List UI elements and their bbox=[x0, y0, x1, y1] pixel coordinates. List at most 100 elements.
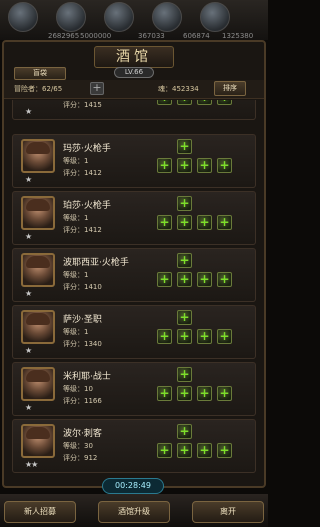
portrait-hair bbox=[26, 313, 50, 325]
portrait-hair bbox=[26, 427, 50, 439]
hero-portrait[interactable] bbox=[21, 424, 55, 458]
plus-slot-icon[interactable]: + bbox=[217, 158, 232, 173]
hero-name: 珀莎·火枪手 bbox=[63, 201, 111, 211]
hero-name: 波耶西亚·火枪手 bbox=[63, 258, 129, 268]
plus-slot-icon[interactable]: + bbox=[157, 215, 172, 230]
page-title: 酒馆 bbox=[94, 46, 174, 68]
hero-card[interactable]: ★ 米利耶·战士 等级：10 评分：1166 + + + + + bbox=[12, 362, 256, 416]
hero-level: 等级：1 bbox=[63, 157, 89, 165]
hero-card[interactable]: ★ 珀莎·火枪手 等级：1 评分：1412 + + + + + bbox=[12, 191, 256, 245]
hero-score: 评分：912 bbox=[63, 454, 98, 462]
resource-icon-1 bbox=[8, 2, 38, 32]
tab-blind-bag[interactable]: 盲袋 bbox=[14, 67, 66, 80]
hero-name: 米利耶·战士 bbox=[63, 372, 111, 382]
portrait-hair bbox=[26, 256, 50, 268]
plus-slot-icon[interactable]: + bbox=[177, 386, 192, 401]
star-rating: ★ bbox=[25, 346, 32, 355]
sort-button[interactable]: 排序 bbox=[214, 81, 246, 96]
plus-slot-icon[interactable]: + bbox=[197, 443, 212, 458]
hero-portrait[interactable] bbox=[21, 367, 55, 401]
plus-slot-icon[interactable]: + bbox=[177, 139, 192, 154]
hero-level: 等级：30 bbox=[63, 442, 93, 450]
plus-slot-icon[interactable]: + bbox=[217, 386, 232, 401]
hero-score: 评分：1166 bbox=[63, 397, 102, 405]
plus-slot-icon[interactable]: + bbox=[217, 215, 232, 230]
hero-score: 评分：1340 bbox=[63, 340, 102, 348]
plus-slot-icon[interactable]: + bbox=[177, 215, 192, 230]
star-rating: ★★ bbox=[25, 460, 38, 469]
resource-value-3: 367033 bbox=[138, 32, 165, 40]
add-slot-button[interactable]: + bbox=[90, 82, 104, 95]
resource-bar: 2682965 5000000 367033 606874 1325380 bbox=[0, 0, 268, 40]
leave-button[interactable]: 离开 bbox=[192, 501, 264, 523]
plus-slot-icon[interactable]: + bbox=[177, 253, 192, 268]
star-rating: ★ bbox=[25, 107, 32, 116]
plus-slot-icon[interactable]: + bbox=[177, 424, 192, 439]
plus-slot-icon[interactable]: + bbox=[157, 158, 172, 173]
star-rating: ★ bbox=[25, 175, 32, 184]
plus-slot-icon[interactable]: + bbox=[177, 443, 192, 458]
hero-score: 评分：1412 bbox=[63, 226, 102, 234]
hero-score: 评分：1415 bbox=[63, 101, 102, 109]
hero-card[interactable]: ★ 波耶西亚·火枪手 等级：1 评分：1410 + + + + + bbox=[12, 248, 256, 302]
plus-slot-icon[interactable]: + bbox=[177, 158, 192, 173]
plus-slot-icon[interactable]: + bbox=[177, 100, 192, 105]
resource-value-5: 1325380 bbox=[222, 32, 254, 40]
hero-level: 等级：1 bbox=[63, 328, 89, 336]
plus-slot-icon[interactable]: + bbox=[177, 367, 192, 382]
hero-portrait[interactable] bbox=[21, 139, 55, 173]
resource-value-1: 2682965 bbox=[48, 32, 80, 40]
plus-slot-icon[interactable]: + bbox=[177, 272, 192, 287]
plus-slot-icon[interactable]: + bbox=[197, 386, 212, 401]
hero-portrait[interactable] bbox=[21, 253, 55, 287]
plus-slot-icon[interactable]: + bbox=[157, 329, 172, 344]
hero-list[interactable]: ★ 评分：1415 + + + + ★ 玛莎·火枪手等级：1 评分：1412 + + + + + ★ 珀… bbox=[12, 100, 256, 478]
resource-icon-5 bbox=[200, 2, 230, 32]
portrait-hair bbox=[26, 370, 50, 382]
portrait-hair bbox=[26, 142, 50, 154]
portrait-hair bbox=[26, 199, 50, 211]
hero-card[interactable]: ★★ 波尔·刺客等级：30 评分：912 + + + + + bbox=[12, 419, 256, 473]
plus-slot-icon[interactable]: + bbox=[197, 329, 212, 344]
level-badge: LV.66 bbox=[114, 67, 154, 78]
star-rating: ★ bbox=[25, 289, 32, 298]
plus-slot-icon[interactable]: + bbox=[217, 100, 232, 105]
hero-level: 等级：10 bbox=[63, 385, 93, 393]
resource-value-4: 606874 bbox=[183, 32, 210, 40]
plus-slot-icon[interactable]: + bbox=[197, 215, 212, 230]
plus-slot-icon[interactable]: + bbox=[197, 158, 212, 173]
plus-slot-icon[interactable]: + bbox=[157, 443, 172, 458]
plus-slot-icon[interactable]: + bbox=[157, 100, 172, 105]
star-rating: ★ bbox=[25, 232, 32, 241]
recruit-button[interactable]: 新人招募 bbox=[4, 501, 76, 523]
hero-card[interactable]: ★ 玛莎·火枪手 等级：1 评分：1412 + + + + + bbox=[12, 134, 256, 188]
hero-portrait[interactable] bbox=[21, 310, 55, 344]
hero-card-partial[interactable]: ★ 评分：1415 + + + + bbox=[12, 100, 256, 120]
hero-name: 波尔·刺客 bbox=[63, 429, 102, 439]
plus-slot-icon[interactable]: + bbox=[177, 310, 192, 325]
resource-icon-3 bbox=[104, 2, 134, 32]
hero-score: 评分：1412 bbox=[63, 169, 102, 177]
plus-slot-icon[interactable]: + bbox=[177, 196, 192, 211]
star-rating: ★ bbox=[25, 403, 32, 412]
hero-level: 等级：1 bbox=[63, 214, 89, 222]
hero-score: 评分：1410 bbox=[63, 283, 102, 291]
resource-icon-2 bbox=[56, 2, 86, 32]
plus-slot-icon[interactable]: + bbox=[197, 100, 212, 105]
plus-slot-icon[interactable]: + bbox=[197, 272, 212, 287]
plus-slot-icon[interactable]: + bbox=[217, 443, 232, 458]
countdown-timer: 00:28:49 bbox=[102, 478, 164, 494]
hero-level: 等级：1 bbox=[63, 271, 89, 279]
hero-portrait[interactable] bbox=[21, 196, 55, 230]
plus-slot-icon[interactable]: + bbox=[177, 329, 192, 344]
hero-card[interactable]: ★ 萨沙·圣职等级：1 评分：1340 + + + + + bbox=[12, 305, 256, 359]
plus-slot-icon[interactable]: + bbox=[157, 272, 172, 287]
plus-slot-icon[interactable]: + bbox=[157, 386, 172, 401]
plus-slot-icon[interactable]: + bbox=[217, 329, 232, 344]
plus-slot-icon[interactable]: + bbox=[217, 272, 232, 287]
resource-icon-4 bbox=[152, 2, 182, 32]
hero-name: 玛莎·火枪手 bbox=[63, 144, 111, 154]
hero-name: 萨沙·圣职 bbox=[63, 315, 102, 325]
adventurer-count: 冒险者：62/65 bbox=[14, 85, 63, 93]
tavern-upgrade-button[interactable]: 酒馆升级 bbox=[98, 501, 170, 523]
